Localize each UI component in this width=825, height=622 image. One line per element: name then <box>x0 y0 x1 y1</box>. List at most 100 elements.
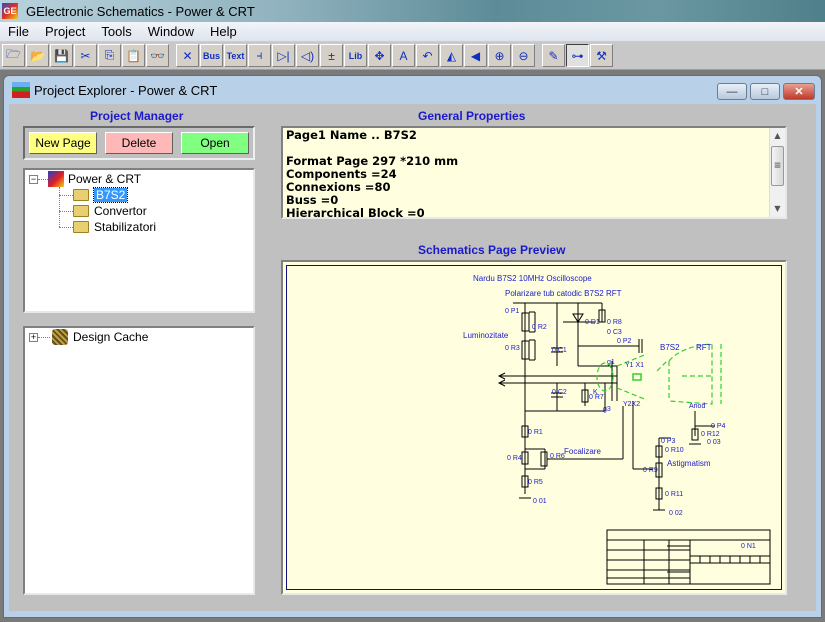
svg-text:0 N1: 0 N1 <box>741 543 756 550</box>
flip-icon: ◀ <box>470 48 481 63</box>
new-icon: 🗁 <box>6 47 21 61</box>
svg-text:0 P1: 0 P1 <box>505 308 520 315</box>
svg-text:0 P3: 0 P3 <box>661 438 676 445</box>
tools-icon: ⚒ <box>596 48 607 63</box>
property-line: Page1 Name .. B7S2 <box>286 128 417 142</box>
move-text-button[interactable]: A <box>392 44 415 67</box>
tools-button[interactable]: ⚒ <box>590 44 613 67</box>
scroll-down-icon[interactable]: ▼ <box>770 201 785 217</box>
flip-button[interactable]: ◀ <box>464 44 487 67</box>
edit-pencil-button[interactable]: ✎ <box>542 44 565 67</box>
diode-button[interactable]: ▷| <box>272 44 295 67</box>
project-explorer-client: Project Manager New Page Delete Open − P… <box>9 104 816 611</box>
tree-item-label: Convertor <box>94 204 147 218</box>
design-cache-tree[interactable]: + Design Cache <box>23 326 255 595</box>
project-icon <box>48 171 64 187</box>
find-button[interactable]: 👓 <box>146 44 169 67</box>
move-icon: ✥ <box>374 48 385 63</box>
move-text-icon: A <box>399 48 408 63</box>
tree-item-page-stabilizatori[interactable]: Stabilizatori <box>73 219 156 235</box>
general-properties-box[interactable]: Page1 Name .. B7S2 Format Page 297 *210 m… <box>281 126 787 220</box>
svg-text:0 C3: 0 C3 <box>607 329 622 336</box>
zoom-in-icon: ⊕ <box>494 48 505 63</box>
svg-text:Astigmatism: Astigmatism <box>667 459 711 468</box>
tree-item-label: Power & CRT <box>68 172 142 186</box>
component-icon: ⫞ <box>256 48 263 62</box>
save-button[interactable]: 💾 <box>50 44 73 67</box>
paste-icon: 📋 <box>126 48 141 63</box>
collapse-icon[interactable]: − <box>29 174 38 184</box>
expand-icon[interactable]: + <box>29 332 38 342</box>
menu-project[interactable]: Project <box>37 24 93 39</box>
open-button[interactable]: 📂 <box>26 44 49 67</box>
properties-scrollbar[interactable]: ▲ ≡ ▼ <box>769 128 785 217</box>
gelectronic-app-icon: GE <box>2 3 18 19</box>
tree-item-project-root[interactable]: − Power & CRT <box>29 171 141 187</box>
schematics-preview-heading: Schematics Page Preview <box>418 243 566 257</box>
component-button[interactable]: ⫞ <box>248 44 271 67</box>
tree-item-page-b7s2[interactable]: B7S2 <box>73 187 129 203</box>
save-icon: 💾 <box>54 48 69 63</box>
bus-icon: Bus <box>202 50 220 61</box>
zoom-in-button[interactable]: ⊕ <box>488 44 511 67</box>
menu-window[interactable]: Window <box>140 24 202 39</box>
minimize-icon: — <box>726 85 738 98</box>
schematics-preview[interactable]: Nardu B7S2 10MHz Oscilloscope Polarizare… <box>281 260 787 595</box>
schematic-labels: Nardu B7S2 10MHz Oscilloscope Polarizare… <box>463 274 756 550</box>
move-button[interactable]: ✥ <box>368 44 391 67</box>
folder-icon <box>73 221 89 233</box>
library-button[interactable]: Lib <box>344 44 367 67</box>
close-button[interactable]: ✕ <box>783 83 815 100</box>
open-button[interactable]: Open <box>181 132 249 154</box>
app-title-bar: GE GElectronic Schematics - Power & CRT <box>0 0 825 22</box>
mirror-icon: ◭ <box>446 48 457 63</box>
menu-file[interactable]: File <box>0 24 37 39</box>
wire-button[interactable]: ✕ <box>176 44 199 67</box>
svg-text:0 R2: 0 R2 <box>532 324 547 331</box>
rotate-button[interactable]: ↶ <box>416 44 439 67</box>
hierarchy-button[interactable]: ⊶ <box>566 44 589 67</box>
svg-text:g1: g1 <box>607 359 615 366</box>
menu-help[interactable]: Help <box>202 24 245 39</box>
delete-button[interactable]: Delete <box>105 132 173 154</box>
minimize-button[interactable]: — <box>717 83 747 100</box>
scroll-thumb[interactable]: ≡ <box>771 146 784 186</box>
menu-tools[interactable]: Tools <box>93 24 139 39</box>
mirror-button[interactable]: ◭ <box>440 44 463 67</box>
power-button[interactable]: ± <box>320 44 343 67</box>
copy-icon: ⎘ <box>104 48 115 62</box>
app-title: GElectronic Schematics - Power & CRT <box>26 3 255 19</box>
tree-item-page-convertor[interactable]: Convertor <box>73 203 147 219</box>
svg-text:0 R3: 0 R3 <box>505 345 520 352</box>
tree-item-design-cache[interactable]: + Design Cache <box>29 329 148 345</box>
svg-text:0 P4: 0 P4 <box>711 423 726 430</box>
text-button[interactable]: Text <box>224 44 247 67</box>
project-explorer-title-bar: Project Explorer - Power & CRT <box>4 76 821 104</box>
svg-text:0 01: 0 01 <box>533 498 547 505</box>
tree-item-label: Stabilizatori <box>94 220 157 234</box>
maximize-button[interactable]: □ <box>750 83 780 100</box>
maximize-icon: □ <box>761 85 769 98</box>
project-tree[interactable]: − Power & CRT B7S2 Convertor Stabilizato… <box>23 168 255 313</box>
toolbar: 🗁 📂 💾 ✂ ⎘ 📋 👓 ✕ Bus Text ⫞ ▷| ◁) ± Lib ✥ A ↶ ◭ ◀ ⊕ ⊖ ✎ ⊶ ⚒ <box>0 42 825 70</box>
svg-text:0 R10: 0 R10 <box>665 447 684 454</box>
svg-text:0 03: 0 03 <box>707 439 721 446</box>
svg-text:Polarizare tub catodic B7S2 RF: Polarizare tub catodic B7S2 RFT <box>505 289 622 298</box>
paste-button[interactable]: 📋 <box>122 44 145 67</box>
power-icon: ± <box>328 48 335 63</box>
find-icon: 👓 <box>150 48 165 63</box>
bus-button[interactable]: Bus <box>200 44 223 67</box>
zoom-out-button[interactable]: ⊖ <box>512 44 535 67</box>
scroll-up-icon[interactable]: ▲ <box>770 128 785 144</box>
schematic-drawing: Nardu B7S2 10MHz Oscilloscope Polarizare… <box>463 274 771 585</box>
copy-button[interactable]: ⎘ <box>98 44 121 67</box>
project-explorer-icon <box>12 82 30 98</box>
svg-text:0 R4: 0 R4 <box>507 455 522 462</box>
svg-text:Y1 X1: Y1 X1 <box>625 362 644 369</box>
cut-button[interactable]: ✂ <box>74 44 97 67</box>
new-page-button[interactable]: New Page <box>29 132 97 154</box>
text-icon: Text <box>226 50 245 61</box>
new-button[interactable]: 🗁 <box>2 44 25 67</box>
speaker-button[interactable]: ◁) <box>296 44 319 67</box>
hierarchy-icon: ⊶ <box>571 48 584 63</box>
